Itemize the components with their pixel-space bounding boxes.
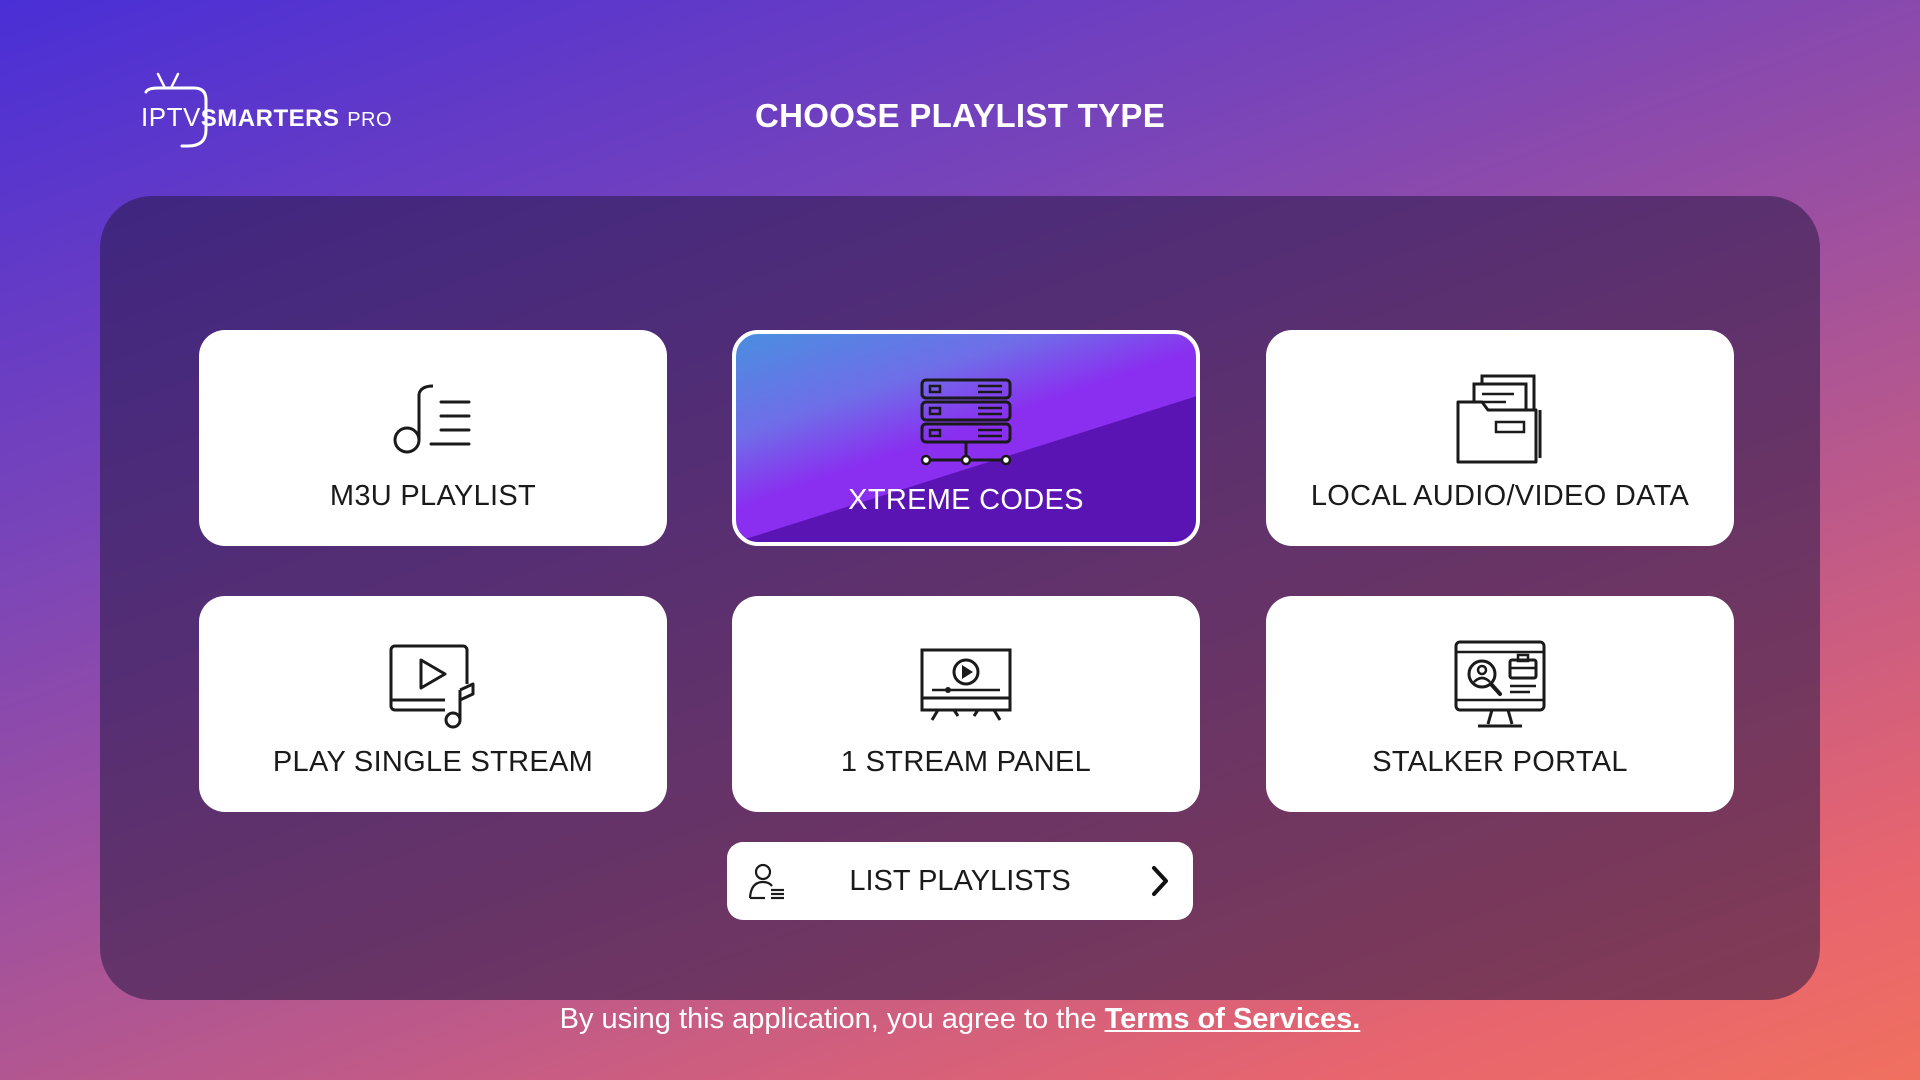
terms-of-services-link[interactable]: Terms of Services. xyxy=(1105,1003,1361,1035)
local-audio-video-card[interactable]: LOCAL AUDIO/VIDEO DATA xyxy=(1266,330,1734,546)
card-label: M3U PLAYLIST xyxy=(329,480,537,512)
m3u-playlist-card[interactable]: M3U PLAYLIST xyxy=(199,330,667,546)
stalker-portal-card[interactable]: STALKER PORTAL xyxy=(1266,596,1734,812)
terms-footer: By using this application, you agree to … xyxy=(0,1003,1920,1036)
tv-play-icon xyxy=(920,648,1012,721)
chevron-right-icon xyxy=(1152,866,1168,896)
play-single-stream-card[interactable]: PLAY SINGLE STREAM xyxy=(199,596,667,812)
list-playlists-button[interactable]: LIST PLAYLISTS xyxy=(727,842,1193,920)
card-label: STALKER PORTAL xyxy=(1372,746,1628,778)
card-label: 1 STREAM PANEL xyxy=(840,746,1092,778)
server-network-icon xyxy=(920,378,1012,466)
list-playlists-label: LIST PLAYLISTS xyxy=(849,865,1071,897)
card-label: LOCAL AUDIO/VIDEO DATA xyxy=(1310,480,1690,512)
music-playlist-icon xyxy=(393,384,471,454)
card-label: XTREME CODES xyxy=(848,484,1084,516)
page-title: CHOOSE PLAYLIST TYPE xyxy=(754,97,1166,134)
folder-files-icon xyxy=(1456,374,1542,464)
card-label: PLAY SINGLE STREAM xyxy=(272,746,594,778)
xtreme-codes-card[interactable]: XTREME CODES xyxy=(732,330,1200,546)
one-stream-panel-card[interactable]: 1 STREAM PANEL xyxy=(732,596,1200,812)
footer-text: By using this application, you agree to … xyxy=(559,1003,1105,1035)
video-music-icon xyxy=(389,644,475,729)
monitor-user-search-icon xyxy=(1454,640,1546,728)
